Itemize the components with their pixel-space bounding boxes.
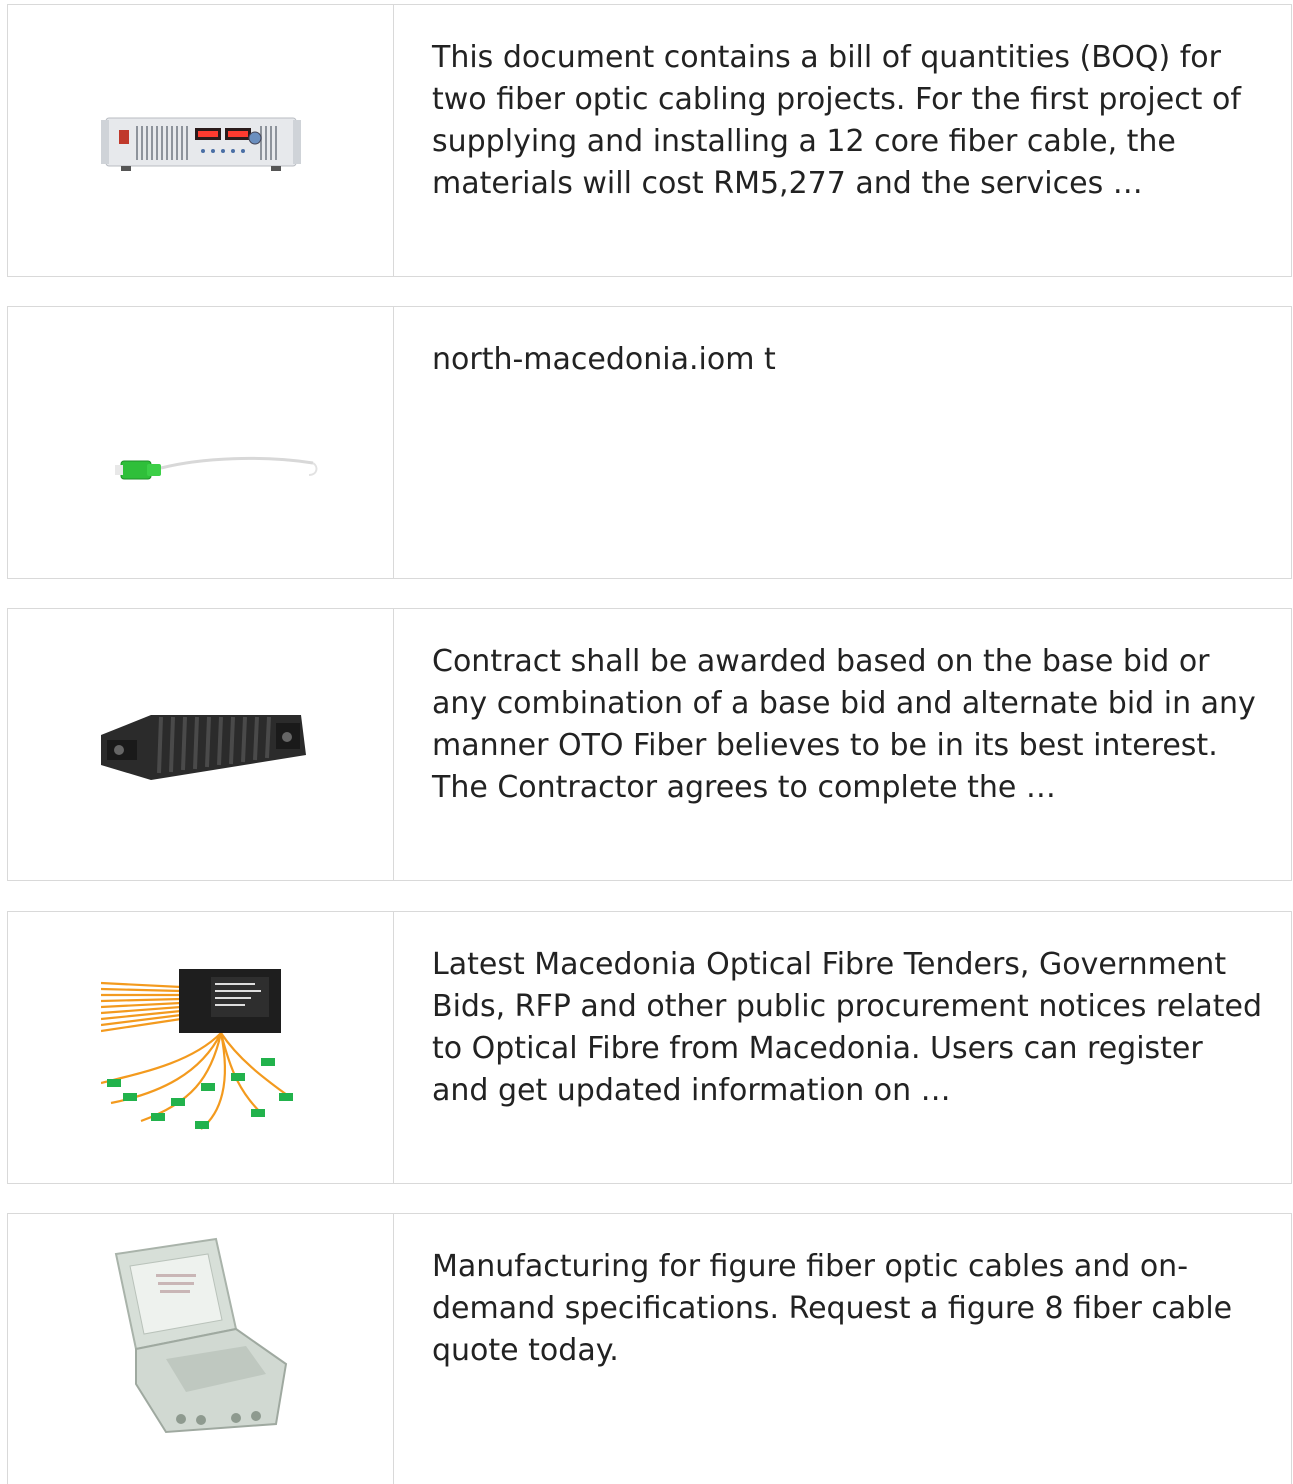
item-description-container: Latest Macedonia Optical Fibre Tenders, … — [394, 912, 1291, 1183]
item-description-container: Manufacturing for figure fiber optic cab… — [394, 1214, 1291, 1484]
distribution-box-image — [114, 1237, 287, 1434]
item-description: This document contains a bill of quantit… — [432, 40, 1241, 201]
item-description-container: Contract shall be awarded based on the b… — [394, 609, 1291, 880]
power-supply-image — [100, 117, 301, 171]
item-description: Contract shall be awarded based on the b… — [432, 644, 1256, 805]
splice-closure-image — [100, 714, 306, 780]
list-item[interactable]: Latest Macedonia Optical Fibre Tenders, … — [7, 911, 1292, 1184]
product-thumbnail[interactable] — [8, 1214, 394, 1484]
list-item[interactable]: Manufacturing for figure fiber optic cab… — [7, 1213, 1292, 1484]
item-description: Latest Macedonia Optical Fibre Tenders, … — [432, 947, 1263, 1108]
item-description-container: north-macedonia.iom t — [394, 307, 1291, 578]
product-thumbnail[interactable] — [8, 609, 394, 880]
product-thumbnail[interactable] — [8, 912, 394, 1183]
product-thumbnail[interactable] — [8, 5, 394, 276]
fiber-pigtail-image — [114, 456, 317, 479]
item-description: Manufacturing for figure fiber optic cab… — [432, 1249, 1233, 1368]
list-item[interactable]: Contract shall be awarded based on the b… — [7, 608, 1292, 881]
list-item[interactable]: north-macedonia.iom t — [7, 306, 1292, 579]
plc-splitter-image — [100, 968, 293, 1130]
product-thumbnail[interactable] — [8, 307, 394, 578]
item-description-container: This document contains a bill of quantit… — [394, 5, 1291, 276]
list-item[interactable]: This document contains a bill of quantit… — [7, 4, 1292, 277]
item-description: north-macedonia.iom t — [432, 342, 776, 377]
